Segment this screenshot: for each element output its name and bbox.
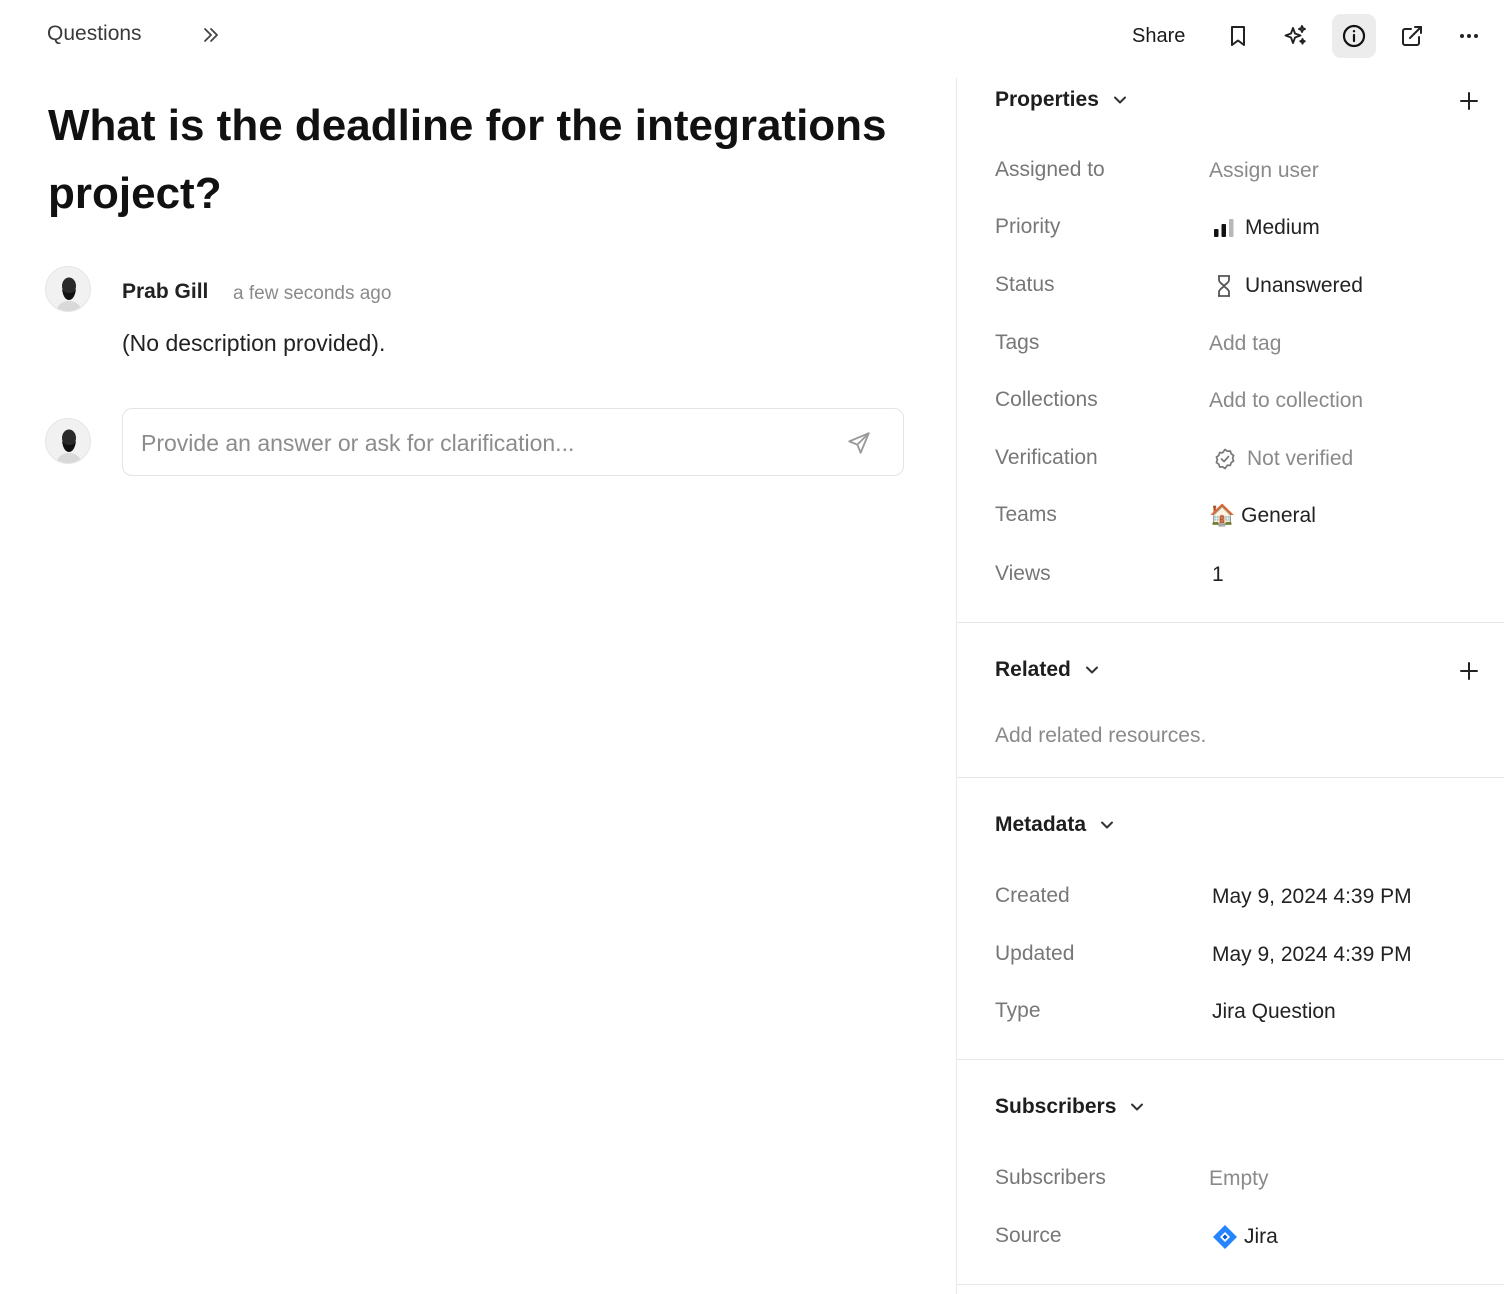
add-tag-field[interactable]: Add tag [1209, 332, 1281, 356]
subscribers-value[interactable]: Empty [1209, 1167, 1269, 1191]
expand-sidebar-button[interactable] [196, 20, 226, 50]
user-avatar-icon [56, 429, 82, 463]
plus-icon [1460, 92, 1478, 110]
reply-composer [122, 408, 904, 476]
add-property-button[interactable] [1455, 87, 1483, 115]
metadata-toggle[interactable]: Metadata [995, 813, 1116, 837]
bookmark-button[interactable] [1216, 14, 1260, 58]
subscribers-section: Subscribers Subscribers Empty Source Jir… [957, 1060, 1504, 1285]
status-field[interactable]: Unanswered [1213, 274, 1363, 298]
chevron-down-icon [1113, 96, 1126, 104]
send-icon [848, 432, 870, 454]
metadata-section: Metadata Created May 9, 2024 4:39 PM Upd… [957, 778, 1504, 1060]
hourglass-icon [1218, 275, 1230, 297]
details-panel: Properties Assigned to Assign user Prior… [956, 78, 1504, 1294]
current-user-avatar [45, 418, 91, 464]
verification-value: Not verified [1247, 447, 1354, 470]
breadcrumb-questions[interactable]: Questions [47, 22, 142, 46]
priority-label: Priority [995, 215, 1061, 238]
bookmark-icon [1231, 26, 1245, 46]
teams-label: Teams [995, 503, 1057, 526]
verification-field[interactable]: Not verified [1213, 447, 1353, 471]
avatar[interactable] [45, 266, 91, 312]
top-bar: Questions Share [0, 0, 1504, 72]
more-options-button[interactable] [1447, 14, 1491, 58]
created-label: Created [995, 884, 1070, 907]
author-name[interactable]: Prab Gill [122, 280, 208, 304]
post-timestamp: a few seconds ago [233, 283, 392, 304]
properties-toggle[interactable]: Properties [995, 88, 1129, 112]
plus-icon [1460, 662, 1478, 680]
chevron-down-icon [1101, 821, 1114, 829]
question-description: (No description provided). [122, 330, 386, 356]
chevron-down-icon [1131, 1103, 1144, 1111]
info-icon [1342, 24, 1366, 48]
share-button[interactable]: Share [1120, 18, 1197, 54]
sparkle-icon [1284, 25, 1306, 45]
related-toggle[interactable]: Related [995, 658, 1101, 682]
views-label: Views [995, 562, 1051, 585]
collections-label: Collections [995, 388, 1098, 411]
tags-label: Tags [995, 331, 1040, 354]
created-value: May 9, 2024 4:39 PM [1212, 885, 1412, 908]
related-hint: Add related resources. [995, 724, 1207, 747]
ai-assist-button[interactable] [1274, 14, 1318, 58]
add-to-collection-field[interactable]: Add to collection [1209, 389, 1363, 413]
subscribers-heading: Subscribers [995, 1095, 1117, 1118]
assigned-to-label: Assigned to [995, 158, 1105, 181]
properties-section: Properties Assigned to Assign user Prior… [957, 78, 1504, 623]
more-icon [1460, 34, 1478, 38]
assign-user-field[interactable]: Assign user [1209, 159, 1319, 183]
related-heading: Related [995, 658, 1071, 681]
verification-label: Verification [995, 446, 1098, 469]
type-value: Jira Question [1212, 1000, 1336, 1023]
jira-icon [1213, 1225, 1237, 1249]
subscribers-toggle[interactable]: Subscribers [995, 1095, 1146, 1119]
metadata-heading: Metadata [995, 813, 1087, 836]
updated-value: May 9, 2024 4:39 PM [1212, 943, 1412, 966]
team-field[interactable]: 🏠 General [1209, 504, 1316, 528]
views-count: 1 [1212, 563, 1224, 586]
user-avatar-icon [56, 277, 82, 311]
source-label: Source [995, 1224, 1062, 1247]
add-related-button[interactable] [1455, 657, 1483, 685]
source-field[interactable]: Jira [1212, 1224, 1278, 1250]
team-value: General [1241, 504, 1316, 527]
related-section: Related Add related resources. [957, 623, 1504, 778]
status-label: Status [995, 273, 1055, 296]
send-button[interactable] [843, 427, 875, 459]
open-external-button[interactable] [1390, 14, 1434, 58]
question-title: What is the deadline for the integration… [48, 101, 887, 218]
verified-badge-icon [1215, 448, 1235, 470]
reply-input[interactable] [141, 425, 821, 461]
expand-icon [204, 28, 218, 42]
open-external-icon [1402, 26, 1422, 46]
subscribers-label: Subscribers [995, 1166, 1106, 1189]
properties-heading: Properties [995, 88, 1099, 111]
house-icon: 🏠 [1209, 504, 1236, 527]
source-value: Jira [1244, 1225, 1278, 1248]
updated-label: Updated [995, 942, 1075, 965]
chevron-down-icon [1085, 666, 1098, 674]
priority-value: Medium [1245, 216, 1320, 239]
priority-bars-icon [1214, 219, 1234, 237]
type-label: Type [995, 999, 1041, 1022]
priority-field[interactable]: Medium [1213, 216, 1320, 240]
status-value: Unanswered [1245, 274, 1363, 297]
info-button[interactable] [1332, 14, 1376, 58]
